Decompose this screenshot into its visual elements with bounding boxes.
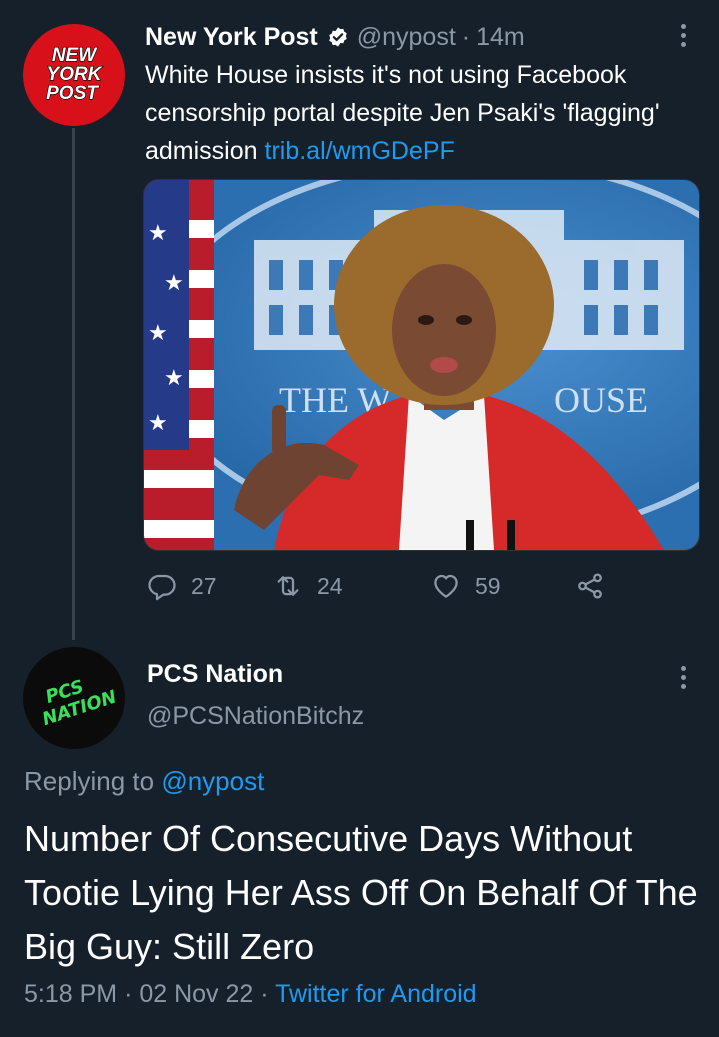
reply-tweet-text: Number Of Consecutive Days Without Tooti… (24, 818, 698, 967)
tweet-timestamp[interactable]: 14m (476, 23, 525, 52)
tweet-metadata: 5:18 PM · 02 Nov 22 · Twitter for Androi… (24, 980, 477, 1009)
svg-text:YORK: YORK (47, 64, 103, 85)
more-options-icon[interactable] (668, 662, 698, 692)
tweet-source[interactable]: Twitter for Android (275, 980, 476, 1008)
reply-button[interactable]: 27 (147, 566, 217, 606)
author-name[interactable]: New York Post (145, 23, 318, 52)
svg-text:NEW: NEW (52, 45, 98, 66)
separator: · (124, 980, 133, 1008)
original-tweet-header: New York Post @nypost · 14m (145, 20, 525, 54)
tweet-media-photo[interactable]: THE W OUSE ★ ★ ★ ★ ★ (143, 179, 700, 551)
original-tweet-text: White House insists it's not using Faceb… (145, 56, 705, 170)
tweet-time[interactable]: 5:18 PM (24, 980, 117, 1008)
replying-prefix: Replying to (24, 766, 162, 796)
replying-to-line: Replying to @nypost (24, 766, 264, 797)
heart-icon (434, 574, 458, 598)
share-button[interactable] (575, 566, 619, 606)
svg-text:★: ★ (164, 271, 184, 296)
pcs-nation-avatar[interactable]: PCS NATION (23, 647, 125, 749)
svg-text:★: ★ (148, 321, 168, 346)
nypost-logo: NEW YORK POST (46, 44, 104, 104)
separator: · (461, 22, 471, 51)
reply-author-handle[interactable]: @PCSNationBitchz (147, 702, 364, 731)
like-button[interactable]: 59 (431, 566, 501, 606)
author-handle[interactable]: @nypost (357, 23, 456, 52)
verified-badge-icon (327, 26, 349, 48)
retweet-icon (277, 576, 299, 596)
thread-connector-line (72, 128, 75, 640)
more-options-icon[interactable] (668, 20, 698, 50)
svg-text:OUSE: OUSE (554, 380, 648, 420)
svg-text:★: ★ (148, 411, 168, 436)
svg-text:★: ★ (164, 366, 184, 391)
reply-icon (148, 574, 176, 601)
share-icon (578, 573, 602, 599)
retweet-count: 24 (317, 572, 343, 599)
press-briefing-photo: THE W OUSE ★★★ ★★ (144, 180, 699, 550)
like-count: 59 (475, 572, 501, 599)
pcs-nation-logo: PCS NATION (40, 676, 119, 730)
retweet-button[interactable]: 24 (273, 566, 343, 606)
svg-text:★: ★ (148, 221, 168, 246)
separator: · (260, 980, 269, 1008)
nypost-avatar[interactable]: NEW YORK POST (23, 24, 125, 126)
reply-count: 27 (191, 572, 217, 599)
tweet-date[interactable]: 02 Nov 22 (139, 980, 253, 1008)
reply-author-name[interactable]: PCS Nation (147, 660, 283, 689)
svg-text:POST: POST (46, 83, 99, 104)
tweet-link[interactable]: trib.al/wmGDePF (265, 137, 455, 165)
replying-to-handle[interactable]: @nypost (161, 766, 264, 796)
